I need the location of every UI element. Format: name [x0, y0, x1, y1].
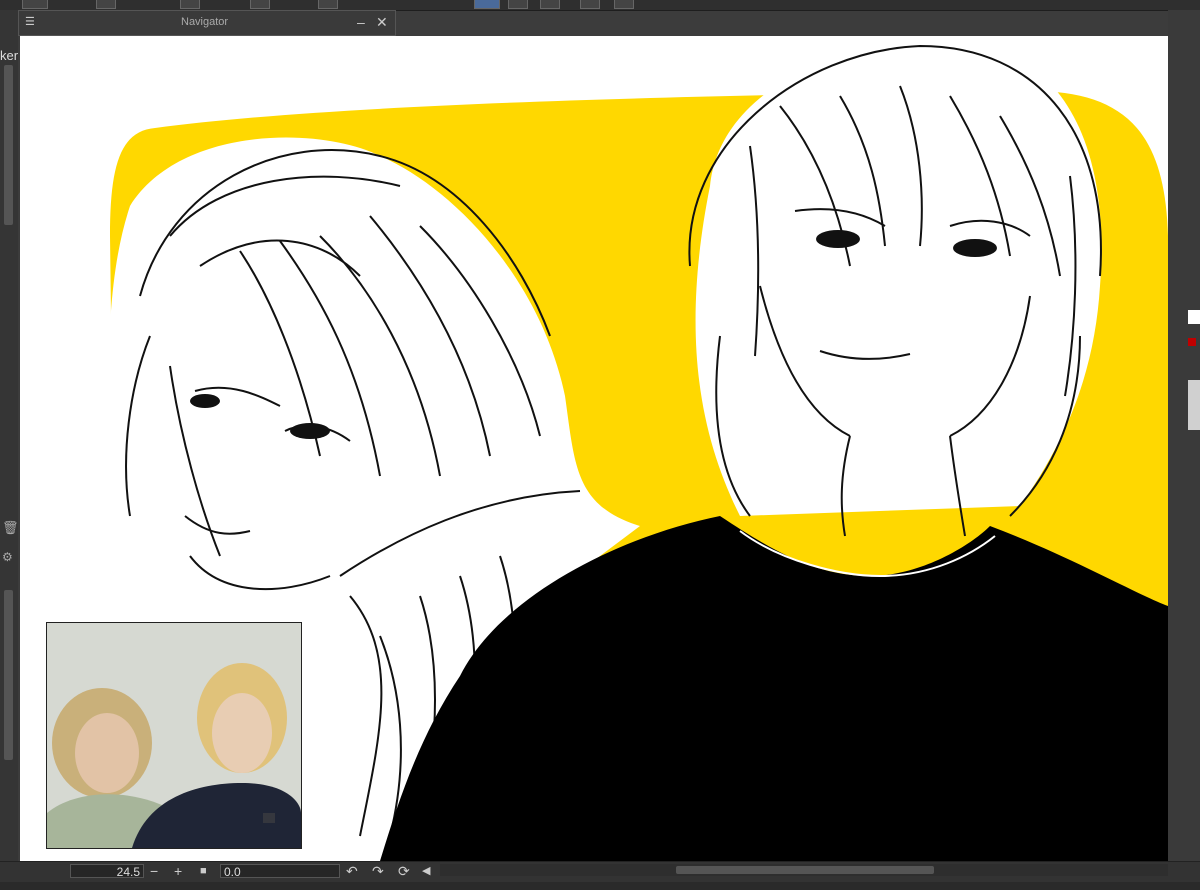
- toolbar-button[interactable]: [96, 0, 116, 9]
- navigator-title: Navigator: [181, 16, 229, 28]
- lock-icon: [263, 813, 275, 823]
- right-eye: [953, 239, 997, 257]
- toolbar-button[interactable]: [250, 0, 270, 9]
- close-icon[interactable]: ✕: [376, 14, 388, 30]
- layer-thumbnail[interactable]: [1188, 380, 1200, 430]
- toolbar-button[interactable]: [508, 0, 528, 9]
- canvas-horizontal-scrollbar[interactable]: [440, 864, 1168, 876]
- gear-icon[interactable]: ⚙: [2, 550, 13, 564]
- left-eye: [290, 423, 330, 439]
- drawing-canvas[interactable]: [20, 36, 1168, 861]
- minimize-icon[interactable]: –: [357, 14, 365, 30]
- reset-rotation-icon[interactable]: ⟳: [398, 863, 410, 879]
- zoom-field[interactable]: 24.5: [70, 864, 144, 879]
- navigator-titlebar: ☰ Navigator – ✕: [18, 10, 396, 36]
- reference-photo: [46, 622, 302, 849]
- toolbar-button[interactable]: [614, 0, 634, 9]
- zoom-in-button[interactable]: +: [174, 863, 182, 879]
- left-scrollbar-thumb[interactable]: [4, 65, 13, 225]
- toolbar-button[interactable]: [180, 0, 200, 9]
- toolbar-button-active[interactable]: [474, 0, 500, 9]
- left-scrollbar-thumb[interactable]: [4, 590, 13, 760]
- toolbar-button[interactable]: [580, 0, 600, 9]
- horizontal-scroll-thumb[interactable]: [676, 866, 934, 874]
- toolbar-button[interactable]: [318, 0, 338, 9]
- trash-icon[interactable]: 🗑: [2, 520, 19, 536]
- scroll-left-icon[interactable]: ◀: [422, 863, 430, 879]
- left-panel: ker 🗑 ⚙: [0, 10, 19, 890]
- rotate-left-icon[interactable]: ↶: [346, 863, 358, 879]
- reference-photo-image: [47, 623, 301, 848]
- left-eye: [190, 394, 220, 408]
- rotation-field[interactable]: 0.0: [220, 864, 340, 879]
- color-swatch-red[interactable]: [1188, 338, 1196, 346]
- toolbar-button[interactable]: [540, 0, 560, 9]
- color-swatch-white[interactable]: [1188, 310, 1200, 324]
- footer-strip: [0, 882, 1200, 890]
- toolbar-button[interactable]: [22, 0, 48, 9]
- zoom-out-button[interactable]: −: [150, 863, 158, 879]
- left-panel-label: ker: [0, 48, 19, 63]
- rotate-right-icon[interactable]: ↷: [372, 863, 384, 879]
- hamburger-icon[interactable]: ☰: [25, 14, 35, 30]
- fit-square-icon[interactable]: ■: [200, 863, 207, 879]
- right-eye: [816, 230, 860, 248]
- right-panel: [1168, 10, 1200, 890]
